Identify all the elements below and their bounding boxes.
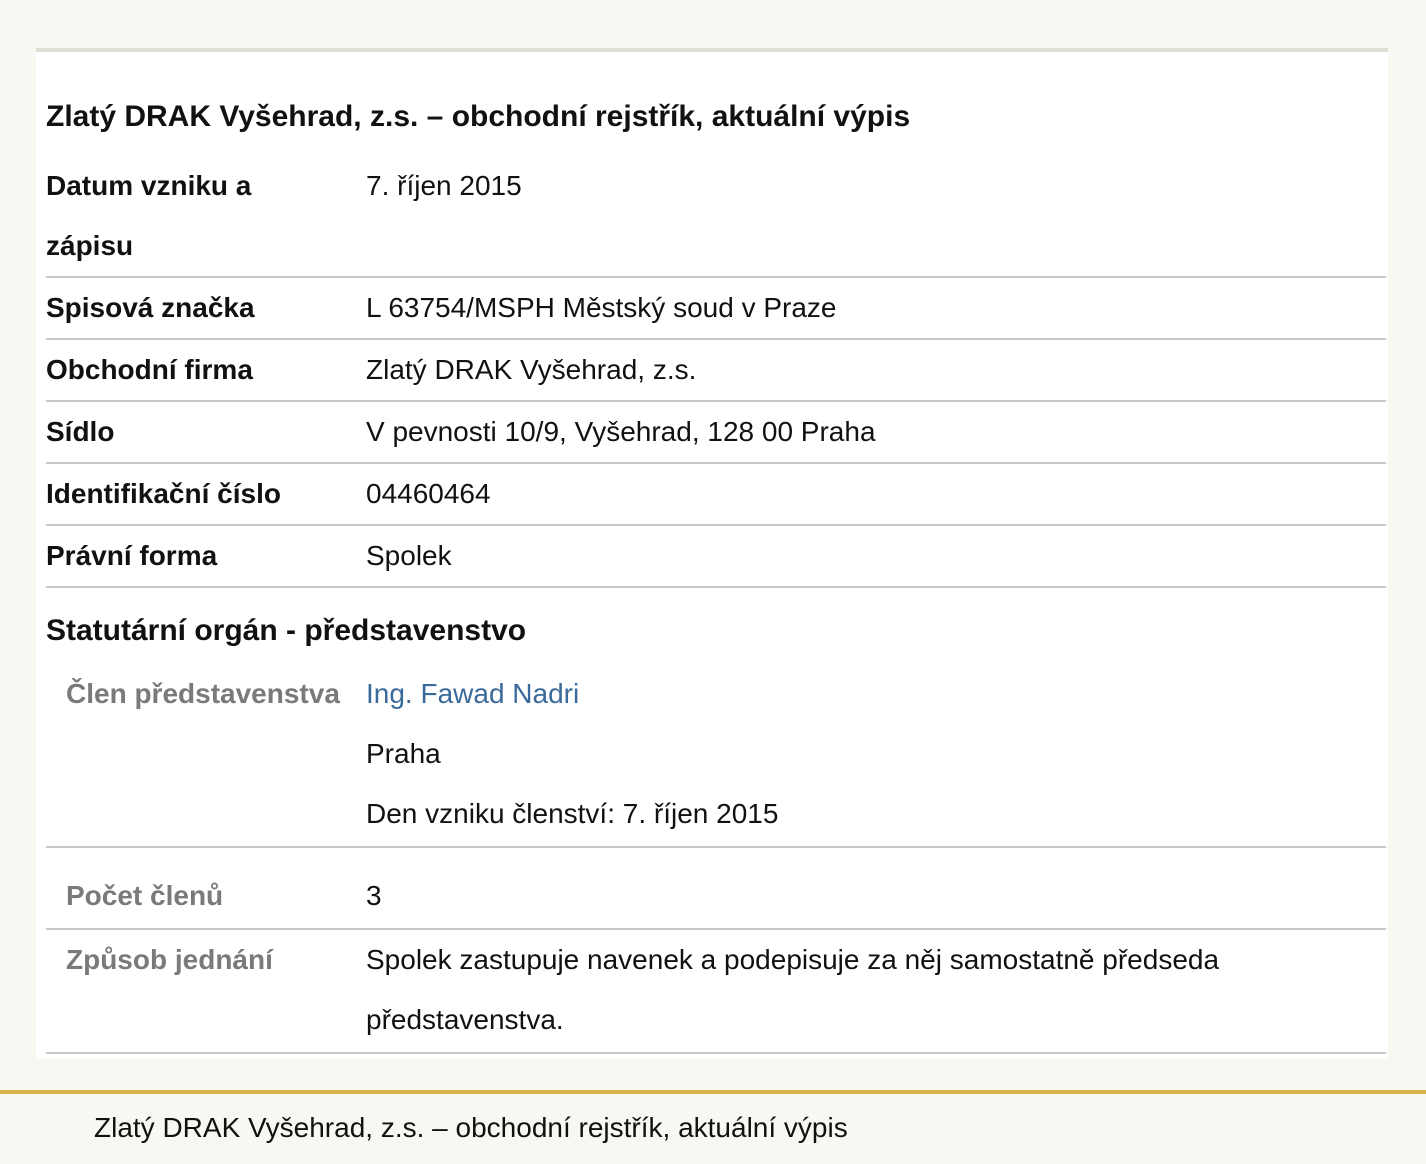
board-member-since: Den vzniku členství: 7. říjen 2015 <box>366 798 779 829</box>
row-business-name: Obchodní firma Zlatý DRAK Vyšehrad, z.s. <box>46 340 1386 402</box>
row-label: Právní forma <box>46 540 218 571</box>
row-value: V pevnosti 10/9, Vyšehrad, 128 00 Praha <box>366 416 876 447</box>
row-value: Spolek <box>366 540 452 571</box>
row-label: Obchodní firma <box>46 354 253 385</box>
representation-value-line2: představenstva. <box>366 1004 564 1035</box>
row-label-line2: zápisu <box>46 230 134 261</box>
row-registered-office: Sídlo V pevnosti 10/9, Vyšehrad, 128 00 … <box>46 402 1386 464</box>
row-founding-date: Datum vzniku a zápisu 7. říjen 2015 <box>46 156 1386 278</box>
row-value: L 63754/MSPH Městský soud v Praze <box>366 292 837 323</box>
footer-text: Zlatý DRAK Vyšehrad, z.s. – obchodní rej… <box>94 1112 848 1143</box>
company-record-card: Zlatý DRAK Vyšehrad, z.s. – obchodní rej… <box>36 48 1388 1058</box>
board-member-city: Praha <box>366 738 441 769</box>
row-label: Identifikační číslo <box>46 478 281 509</box>
row-member-count: Počet členů 3 <box>46 848 1386 930</box>
row-legal-form: Právní forma Spolek <box>46 526 1386 588</box>
row-label: Sídlo <box>46 416 115 447</box>
page-footer: Zlatý DRAK Vyšehrad, z.s. – obchodní rej… <box>0 1090 1426 1164</box>
row-value: Zlatý DRAK Vyšehrad, z.s. <box>366 354 697 385</box>
board-member-name-link[interactable]: Ing. Fawad Nadri <box>366 664 579 724</box>
board-member-label: Člen představenstva <box>66 678 340 709</box>
representation-label: Způsob jednání <box>66 944 273 975</box>
member-count-label: Počet členů <box>66 880 224 911</box>
row-label: Spisová značka <box>46 292 255 323</box>
row-label-line1: Datum vzniku a <box>46 170 252 201</box>
statutory-body-title: Statutární orgán - představenstvo <box>46 614 527 647</box>
row-representation: Způsob jednání Spolek zastupuje navenek … <box>46 930 1386 1054</box>
row-value: 7. říjen 2015 <box>366 170 522 201</box>
row-board-member: Člen představenstva Ing. Fawad Nadri Pra… <box>46 664 1386 848</box>
representation-value-line1: Spolek zastupuje navenek a podepisuje za… <box>366 944 1220 975</box>
row-identification-number: Identifikační číslo 04460464 <box>46 464 1386 526</box>
row-file-number: Spisová značka L 63754/MSPH Městský soud… <box>46 278 1386 340</box>
page-title: Zlatý DRAK Vyšehrad, z.s. – obchodní rej… <box>46 100 911 133</box>
row-value: 04460464 <box>366 478 491 509</box>
member-count-value: 3 <box>366 880 382 911</box>
